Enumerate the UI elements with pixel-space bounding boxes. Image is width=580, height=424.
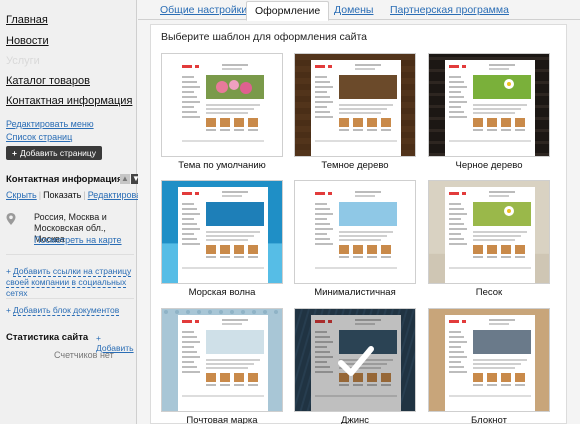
nav-item-home[interactable]: Главная	[6, 14, 48, 26]
stats-section-title: Статистика сайта	[6, 332, 89, 343]
tab-bar: Общие настройки Оформление Домены Партне…	[138, 0, 580, 21]
nav-item-contacts[interactable]: Контактная информация	[6, 95, 132, 107]
map-pin-icon	[6, 213, 16, 225]
tab-general-settings[interactable]: Общие настройки	[160, 3, 247, 20]
template-name: Морская волна	[188, 287, 256, 298]
template-card[interactable]: Минималистичная	[294, 180, 416, 302]
template-name: Почтовая марка	[186, 415, 258, 424]
sidebar: Главная Новости Услуги Каталог товаров К…	[0, 0, 150, 424]
template-card[interactable]: Темное дерево	[294, 53, 416, 175]
template-card[interactable]: Черное дерево	[428, 53, 550, 175]
main-area: Общие настройки Оформление Домены Партне…	[138, 0, 580, 424]
edit-menu-link[interactable]: Редактировать меню	[6, 119, 94, 129]
contact-section-title: Контактная информация	[6, 174, 123, 185]
template-preview	[429, 54, 549, 156]
pages-list-link[interactable]: Список страниц	[6, 132, 72, 142]
contact-visibility-bar: Скрыть | Показать | Редактировать	[6, 190, 150, 204]
template-preview	[162, 54, 282, 156]
template-name: Черное дерево	[455, 160, 523, 171]
template-preview	[429, 181, 549, 283]
hide-link[interactable]: Скрыть	[6, 190, 37, 200]
template-card[interactable]: Блокнот	[428, 308, 550, 424]
template-name: Блокнот	[471, 415, 507, 424]
template-preview	[162, 309, 282, 411]
nav-item-services[interactable]: Услуги	[6, 55, 40, 67]
template-name: Джинс	[340, 415, 370, 424]
add-docs-label: Добавить блок документов	[12, 305, 120, 316]
plus-icon: +	[6, 266, 11, 276]
add-social-label: Добавить ссылки на страницу своей компан…	[6, 266, 132, 299]
add-social-links-button[interactable]: + Добавить ссылки на страницу своей компа…	[6, 266, 134, 299]
add-page-label: Добавить страницу	[19, 148, 97, 158]
template-card[interactable]: Морская волна	[161, 180, 283, 302]
template-thumbnail	[161, 180, 283, 284]
nav-item-news[interactable]: Новости	[6, 35, 49, 47]
add-page-button[interactable]: + Добавить страницу	[6, 146, 103, 160]
nav-item-catalog[interactable]: Каталог товаров	[6, 75, 90, 87]
template-thumbnail	[294, 53, 416, 157]
template-thumbnail	[428, 308, 550, 412]
panel-title: Выберите шаблон для оформления сайта	[161, 31, 367, 43]
add-docs-block-button[interactable]: + Добавить блок документов	[6, 305, 120, 316]
stats-empty-text: Счетчиков нет	[54, 350, 114, 360]
template-name: Песок	[475, 287, 503, 298]
template-panel: Выберите шаблон для оформления сайта Тем…	[150, 24, 567, 424]
template-thumbnail	[294, 308, 416, 412]
template-preview	[295, 181, 415, 283]
divider: |	[83, 190, 86, 200]
tab-domains[interactable]: Домены	[334, 3, 373, 20]
move-up-icon[interactable]: ▲	[120, 174, 130, 184]
tab-design[interactable]: Оформление	[246, 1, 330, 21]
template-name: Темное дерево	[321, 160, 389, 171]
template-card[interactable]: Песок	[428, 180, 550, 302]
template-card[interactable]: Почтовая марка	[161, 308, 283, 424]
plus-icon: +	[96, 333, 101, 343]
plus-icon: +	[12, 148, 17, 158]
divider	[6, 254, 134, 255]
template-name: Тема по умолчанию	[178, 160, 266, 171]
template-card[interactable]: Тема по умолчанию	[161, 53, 283, 175]
template-name: Минималистичная	[314, 287, 396, 298]
template-preview	[429, 309, 549, 411]
template-preview	[295, 54, 415, 156]
plus-icon: +	[6, 305, 11, 315]
view-map-link[interactable]: Посмотреть на карте	[34, 235, 122, 245]
divider: |	[38, 190, 42, 200]
template-preview	[162, 181, 282, 283]
template-thumbnail	[428, 53, 550, 157]
template-card[interactable]: Джинс	[294, 308, 416, 424]
tab-partner-program[interactable]: Партнерская программа	[390, 3, 509, 20]
template-thumbnail	[161, 308, 283, 412]
show-current: Показать	[43, 190, 82, 200]
divider	[6, 298, 134, 299]
template-thumbnail	[294, 180, 416, 284]
template-thumbnail	[161, 53, 283, 157]
template-thumbnail	[428, 180, 550, 284]
template-preview-selected	[295, 309, 415, 411]
